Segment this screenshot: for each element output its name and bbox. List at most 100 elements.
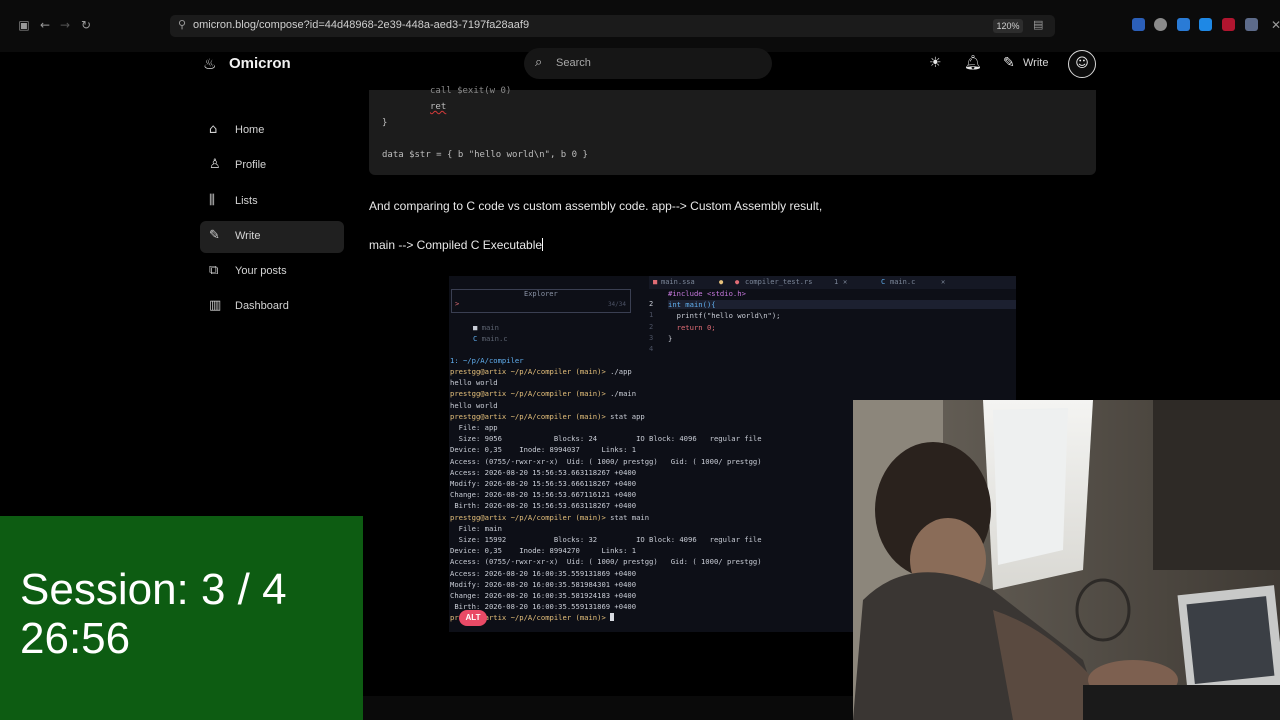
posts-icon: ⧉ <box>209 263 219 278</box>
address-bar[interactable]: ⚲ omicron.blog/compose?id=44d48968-2e39-… <box>170 15 1055 37</box>
sidebar-item-label: Write <box>235 230 261 242</box>
reader-view-icon[interactable]: ▤ <box>1033 18 1043 31</box>
sidebar-item-dashboard[interactable]: ▥ Dashboard <box>200 291 344 323</box>
write-link[interactable]: Write <box>1023 57 1048 69</box>
prompt-text: prestgg@artix ~/p/A/compiler (main)> <box>450 411 606 421</box>
prompt-text: prestgg@artix ~/p/A/compiler (main)> <box>450 367 606 376</box>
extension-6-icon[interactable] <box>1245 18 1258 31</box>
code-line: data $str = { b "hello world\n", b 0 } <box>382 150 588 160</box>
command-text: stat app <box>605 411 645 421</box>
terminal-prompt-line: prestgg@artix ~/p/A/compiler (main)> sta… <box>450 412 645 421</box>
sidebar-toggle-icon[interactable]: ▣ <box>16 17 32 33</box>
explorer-file: ■ main <box>473 323 499 332</box>
ssa-file-icon: ■ <box>653 278 658 286</box>
sidebar-item-label: Profile <box>235 159 267 171</box>
rust-file-icon: ● <box>735 278 740 286</box>
terminal-output-line: Access: (0755/-rwxr-xr-x) Uid: ( 1000/ p… <box>450 557 762 567</box>
prompt-text: prestgg@artix ~/p/A/compiler (main)> <box>450 389 606 399</box>
explorer-count: 34/34 <box>607 301 626 308</box>
editor-tab-bar: ■ main.ssa ● ● compiler_test.rs 1 ✕ C ma… <box>649 276 1016 289</box>
sidebar-item-label: Home <box>235 124 265 136</box>
line-number: 4 <box>649 345 654 353</box>
terminal-output-line: File: main <box>450 523 502 533</box>
bell-icon[interactable]: 🔔︎ <box>964 55 982 71</box>
user-icon: ♙ <box>209 157 221 172</box>
text-caret <box>542 238 544 251</box>
webcam-feed <box>853 400 1280 720</box>
sidebar-item-write[interactable]: ✎ Write <box>200 221 344 253</box>
terminal-prompt-line: prestgg@artix ~/p/A/compiler (main)> ./m… <box>450 389 636 398</box>
terminal-output-line: Device: 0,35 Inode: 8994270 Links: 1 <box>450 546 637 556</box>
terminal-output-line: Birth: 2026-08-20 15:56:53.663118267 +04… <box>450 501 637 511</box>
terminal-prompt-line: prestgg@artix ~/p/A/compiler (main)> sta… <box>450 513 649 522</box>
ublock-icon[interactable] <box>1222 18 1235 31</box>
terminal-output-line: Access: (0755/-rwxr-xr-x) Uid: ( 1000/ p… <box>450 456 762 466</box>
line-number: 2 <box>649 300 654 308</box>
sidebar-item-your-posts[interactable]: ⧉ Your posts <box>200 256 344 288</box>
forward-icon[interactable]: → <box>57 17 73 33</box>
code-line: call $exit(w 0) <box>430 86 512 96</box>
extension-1-icon[interactable] <box>1132 18 1145 31</box>
alt-key-badge: ALT <box>459 610 487 626</box>
terminal-output-line: Size: 9056 Blocks: 24 IO Block: 4096 reg… <box>450 434 762 444</box>
terminal-cursor <box>610 613 615 622</box>
explorer-prompt: > <box>455 300 460 308</box>
zoom-badge[interactable]: 120% <box>993 19 1023 33</box>
omicron-logo-icon: ♨ <box>203 55 217 73</box>
library-icon: ⫼ <box>209 193 215 208</box>
c-file-icon: C <box>881 278 886 286</box>
pen-icon[interactable]: ✎ <box>1003 55 1015 71</box>
paragraph-comparison[interactable]: And comparing to C code vs custom assemb… <box>369 199 822 213</box>
command-text: stat main <box>605 512 650 522</box>
site-info-icon[interactable]: ⚲ <box>178 18 186 31</box>
paragraph-main-text: main --> Compiled C Executable <box>369 238 543 252</box>
terminal-output-line: Modify: 2026-08-20 15:56:53.666118267 +0… <box>450 479 637 488</box>
sidebar-item-label: Your posts <box>235 265 287 277</box>
url-text: omicron.blog/compose?id=44d48968-2e39-44… <box>193 19 530 31</box>
tab-close-icon: ✕ <box>941 278 946 286</box>
code-line: ret <box>430 102 447 112</box>
file-explorer: Explorer > 34/34 <box>451 289 631 313</box>
explorer-file: C main.c <box>473 334 508 343</box>
pen-icon: ✎ <box>209 228 220 243</box>
command-text: ./app <box>605 367 632 376</box>
session-counter: Session: 3 / 4 <box>20 565 287 614</box>
code-line: } <box>382 118 388 128</box>
terminal-output-line: File: app <box>450 423 498 432</box>
terminal-header: 1: ~/p/A/compiler <box>450 356 524 365</box>
sidebar-item-home[interactable]: ⌂ Home <box>200 115 344 147</box>
explorer-title: Explorer <box>524 290 558 298</box>
search-icon: ⌕ <box>535 55 543 70</box>
search-placeholder: Search <box>556 57 591 69</box>
brand-name[interactable]: Omicron <box>229 55 291 72</box>
tab-close-icon: ✕ <box>843 278 848 286</box>
terminal-output-line: Device: 0,35 Inode: 8994037 Links: 1 <box>450 445 637 455</box>
code-line: int main(){ <box>668 300 1016 309</box>
extension-2-icon[interactable] <box>1154 18 1167 31</box>
browser-toolbar: ▣ ← → ↻ ⚲ omicron.blog/compose?id=44d489… <box>0 0 1280 52</box>
terminal-output-line: Access: 2026-08-20 15:56:53.663118267 +0… <box>450 467 637 477</box>
line-number: 2 <box>649 323 654 331</box>
code-block[interactable]: call $exit(w 0) ret } data $str = { b "h… <box>369 86 1096 175</box>
terminal-output-line: hello world <box>450 378 498 388</box>
menu-icon[interactable]: ✕ <box>1268 17 1280 33</box>
screen: { "browser": { "url": "omicron.blog/comp… <box>0 0 1280 720</box>
shield-extension-icon[interactable] <box>1177 18 1190 31</box>
extension-4-icon[interactable] <box>1199 18 1212 31</box>
terminal-output-line: hello world <box>450 400 498 410</box>
paragraph-main[interactable]: main --> Compiled C Executable <box>369 238 544 252</box>
tab-badge: 1 <box>834 278 839 286</box>
tab-main-ssa: main.ssa <box>661 278 695 286</box>
sidebar-item-lists[interactable]: ⫼ Lists <box>200 186 344 218</box>
session-timer: 26:56 <box>20 614 131 663</box>
command-text: ./main <box>605 389 637 399</box>
back-icon[interactable]: ← <box>37 17 53 33</box>
theme-toggle-icon[interactable]: ☀ <box>929 55 942 71</box>
sidebar-item-profile[interactable]: ♙ Profile <box>200 150 344 182</box>
prompt-text: prestgg@artix ~/p/A/compiler (main)> <box>450 512 606 522</box>
terminal-output-line: Change: 2026-08-20 15:56:53.667116121 +0… <box>450 490 637 500</box>
search-box[interactable]: ⌕ Search <box>524 48 772 79</box>
avatar[interactable]: ☺ <box>1068 50 1096 78</box>
reload-icon[interactable]: ↻ <box>78 17 94 33</box>
home-icon: ⌂ <box>209 122 218 137</box>
